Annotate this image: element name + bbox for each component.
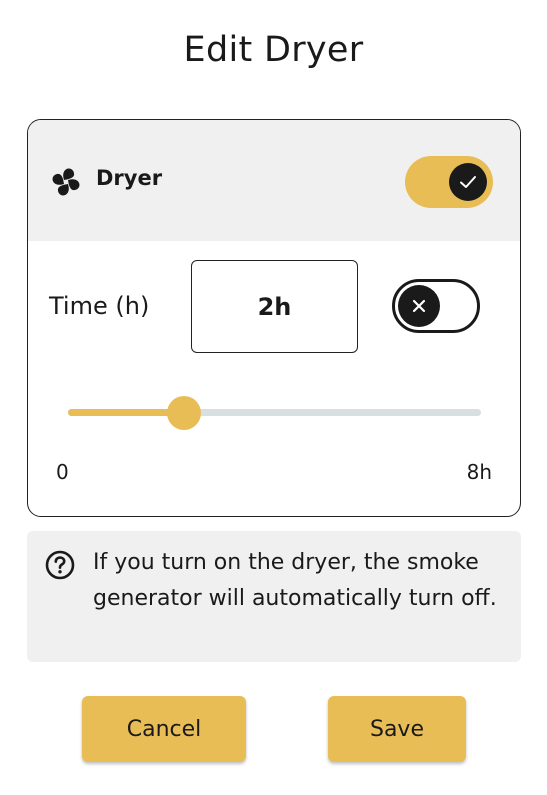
info-box: If you turn on the dryer, the smoke gene…	[27, 531, 521, 662]
dryer-card: Dryer Time (h) 0 8h	[27, 119, 521, 517]
save-button[interactable]: Save	[328, 696, 466, 762]
time-slider[interactable]	[68, 396, 481, 430]
toggle-knob	[449, 163, 487, 201]
time-input[interactable]	[191, 260, 358, 353]
toggle-knob	[398, 285, 440, 327]
cancel-button[interactable]: Cancel	[82, 696, 246, 762]
check-icon	[460, 176, 476, 188]
close-icon	[412, 299, 426, 313]
time-label: Time (h)	[49, 292, 150, 320]
dryer-header: Dryer	[28, 120, 520, 241]
page-title: Edit Dryer	[183, 30, 364, 70]
dryer-toggle[interactable]	[405, 156, 493, 208]
slider-thumb[interactable]	[167, 396, 201, 430]
slider-min-label: 0	[56, 460, 69, 484]
timer-toggle[interactable]	[392, 279, 480, 333]
help-circle-icon	[45, 550, 75, 580]
fan-icon	[52, 168, 80, 196]
slider-max-label: 8h	[466, 460, 492, 484]
info-text: If you turn on the dryer, the smoke gene…	[93, 550, 497, 611]
dryer-label: Dryer	[96, 166, 163, 190]
